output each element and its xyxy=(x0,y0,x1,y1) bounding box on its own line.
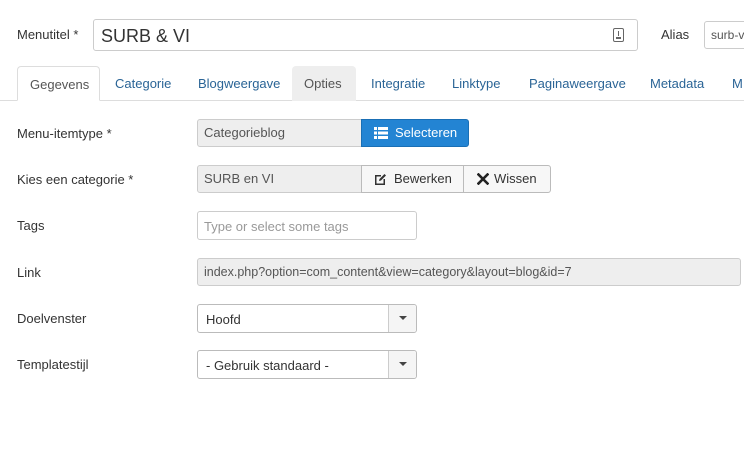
tags-placeholder: Type or select some tags xyxy=(204,219,349,234)
menu-title-label: Menutitel * xyxy=(17,27,79,42)
template-style-toggle[interactable] xyxy=(388,351,416,378)
tab-paginaweergave[interactable]: Paginaweergave xyxy=(517,66,638,101)
edit-category-button[interactable]: Bewerken xyxy=(361,165,464,193)
link-label: Link xyxy=(17,265,41,280)
edit-icon xyxy=(375,174,386,185)
menu-title-value[interactable]: SURB & VI xyxy=(101,26,190,47)
close-icon xyxy=(477,173,489,185)
link-field: index.php?option=com_content&view=catego… xyxy=(197,258,741,286)
list-icon xyxy=(374,127,388,139)
target-window-toggle[interactable] xyxy=(388,305,416,332)
tab-gegevens[interactable]: Gegevens xyxy=(17,66,100,101)
menu-itemtype-field: Categorieblog xyxy=(197,119,362,147)
alias-input[interactable]: surb-v xyxy=(704,21,744,49)
alias-label: Alias xyxy=(661,27,690,42)
template-style-select[interactable]: - Gebruik standaard - xyxy=(197,350,417,379)
tab-metadata[interactable]: Metadata xyxy=(638,66,716,101)
tab-categorie[interactable]: Categorie xyxy=(103,66,183,101)
select-itemtype-button[interactable]: Selecteren xyxy=(361,119,469,147)
menu-title-input[interactable]: SURB & VI xyxy=(93,19,638,51)
clear-category-button[interactable]: Wissen xyxy=(463,165,551,193)
menu-itemtype-label: Menu-itemtype * xyxy=(17,126,112,141)
alias-value[interactable]: surb-v xyxy=(711,28,744,42)
target-window-value: Hoofd xyxy=(206,312,241,327)
category-field: SURB en VI xyxy=(197,165,362,193)
tab-integratie[interactable]: Integratie xyxy=(359,66,437,101)
template-style-label: Templatestijl xyxy=(17,357,89,372)
target-window-label: Doelvenster xyxy=(17,311,87,326)
tags-input[interactable]: Type or select some tags xyxy=(197,211,417,240)
target-window-select[interactable]: Hoofd xyxy=(197,304,417,333)
tags-label: Tags xyxy=(17,218,45,233)
tab-opties[interactable]: Opties xyxy=(292,66,356,101)
tab-more[interactable]: M xyxy=(720,66,744,101)
select-itemtype-label: Selecteren xyxy=(395,125,458,140)
template-style-value: - Gebruik standaard - xyxy=(206,358,329,373)
tab-blogweergave[interactable]: Blogweergave xyxy=(186,66,292,101)
tab-linktype[interactable]: Linktype xyxy=(440,66,512,101)
chevron-down-icon xyxy=(399,316,407,320)
chevron-down-icon xyxy=(399,362,407,366)
character-count-icon xyxy=(613,28,624,42)
category-label: Kies een categorie * xyxy=(17,172,134,187)
edit-category-label: Bewerken xyxy=(394,171,452,186)
clear-category-label: Wissen xyxy=(494,171,537,186)
